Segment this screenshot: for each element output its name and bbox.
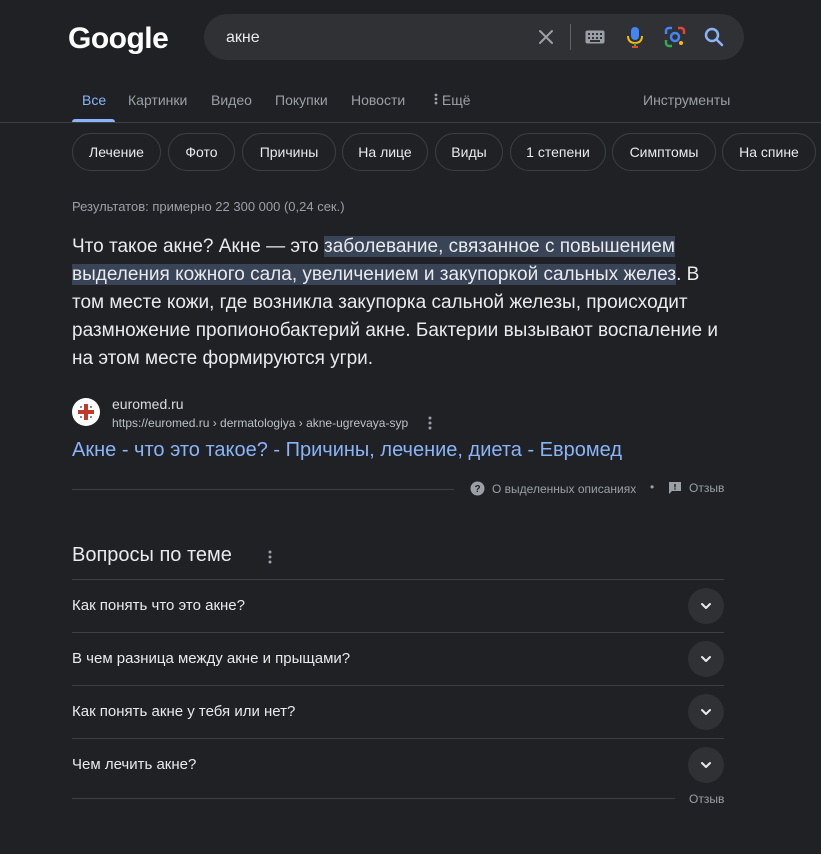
search-tabs: Все Картинки Видео Покупки Новости Ещё И… xyxy=(0,82,821,123)
about-snippets-label: О выделенных описаниях xyxy=(492,481,637,496)
tools-button[interactable]: Инструменты xyxy=(643,92,730,108)
result-more-icon[interactable] xyxy=(424,414,436,432)
question-item[interactable]: В чем разница между акне и прыщами? xyxy=(72,632,724,685)
related-questions-title: Вопросы по теме xyxy=(72,544,232,566)
more-vert-icon xyxy=(434,93,438,105)
search-icon[interactable] xyxy=(702,25,726,49)
keyboard-icon[interactable] xyxy=(583,25,607,49)
site-url[interactable]: https://euromed.ru › dermatologiya › akn… xyxy=(112,416,408,430)
mic-icon[interactable] xyxy=(623,25,647,49)
expand-button[interactable] xyxy=(688,694,724,730)
snippet-feedback-label: Отзыв xyxy=(689,481,725,495)
chevron-down-icon xyxy=(701,762,711,768)
about-snippets-link[interactable]: ? О выделенных описаниях xyxy=(470,481,636,496)
result-title-link[interactable]: Акне - что это такое? - Причины, лечение… xyxy=(72,439,622,462)
chip-face[interactable]: На лице xyxy=(342,133,428,171)
chevron-down-icon xyxy=(701,656,711,662)
expand-button[interactable] xyxy=(688,588,724,624)
question-text: Чем лечить акне? xyxy=(72,756,197,773)
tab-more-label: Ещё xyxy=(441,92,471,108)
tab-more[interactable]: Ещё xyxy=(434,92,471,108)
site-favicon xyxy=(72,398,100,426)
snippet-feedback-button[interactable]: Отзыв xyxy=(668,481,724,495)
tab-images[interactable]: Картинки xyxy=(128,92,187,108)
question-item[interactable]: Как понять акне у тебя или нет? xyxy=(72,685,724,738)
euromed-logo-icon xyxy=(78,404,94,420)
question-item[interactable]: Чем лечить акне? xyxy=(72,738,724,791)
featured-snippet: Что такое акне? Акне — это заболевание, … xyxy=(72,233,724,373)
chip-treatment[interactable]: Лечение xyxy=(72,133,161,171)
question-text: В чем разница между акне и прыщами? xyxy=(72,650,351,667)
question-item[interactable]: Как понять что это акне? xyxy=(72,579,724,632)
google-logo[interactable]: Google xyxy=(68,22,169,56)
lens-icon[interactable] xyxy=(663,25,687,49)
chip-photo[interactable]: Фото xyxy=(168,133,235,171)
chip-types[interactable]: Виды xyxy=(435,133,503,171)
tab-all[interactable]: Все xyxy=(82,92,106,108)
tab-videos[interactable]: Видео xyxy=(211,92,252,108)
footer-separator: • xyxy=(650,480,655,494)
search-input[interactable] xyxy=(224,14,528,62)
expand-button[interactable] xyxy=(688,747,724,783)
svg-text:?: ? xyxy=(474,484,480,495)
chevron-down-icon xyxy=(701,603,711,609)
search-box[interactable] xyxy=(204,14,744,62)
related-questions-list: Как понять что это акне? В чем разница м… xyxy=(72,579,724,791)
chip-causes[interactable]: Причины xyxy=(242,133,336,171)
site-name[interactable]: euromed.ru xyxy=(112,396,184,412)
clear-icon[interactable] xyxy=(534,25,558,49)
chevron-down-icon xyxy=(701,709,711,715)
question-text: Как понять акне у тебя или нет? xyxy=(72,703,296,720)
chip-symptoms[interactable]: Симптомы xyxy=(612,133,716,171)
help-icon: ? xyxy=(470,481,485,496)
questions-divider xyxy=(72,798,675,799)
chip-back[interactable]: На спине xyxy=(722,133,816,171)
related-questions-more-icon[interactable] xyxy=(264,548,276,566)
active-tab-indicator xyxy=(72,119,115,122)
expand-button[interactable] xyxy=(688,641,724,677)
tab-shopping[interactable]: Покупки xyxy=(275,92,328,108)
snippet-divider xyxy=(72,489,454,490)
snippet-text-before: Что такое акне? Акне — это xyxy=(72,236,324,257)
search-divider xyxy=(570,24,571,50)
tab-news[interactable]: Новости xyxy=(351,92,405,108)
questions-feedback-button[interactable]: Отзыв xyxy=(689,792,724,806)
question-text: Как понять что это акне? xyxy=(72,597,245,614)
feedback-icon xyxy=(669,482,681,494)
result-stats: Результатов: примерно 22 300 000 (0,24 с… xyxy=(72,199,345,214)
chip-degree[interactable]: 1 степени xyxy=(510,133,606,171)
